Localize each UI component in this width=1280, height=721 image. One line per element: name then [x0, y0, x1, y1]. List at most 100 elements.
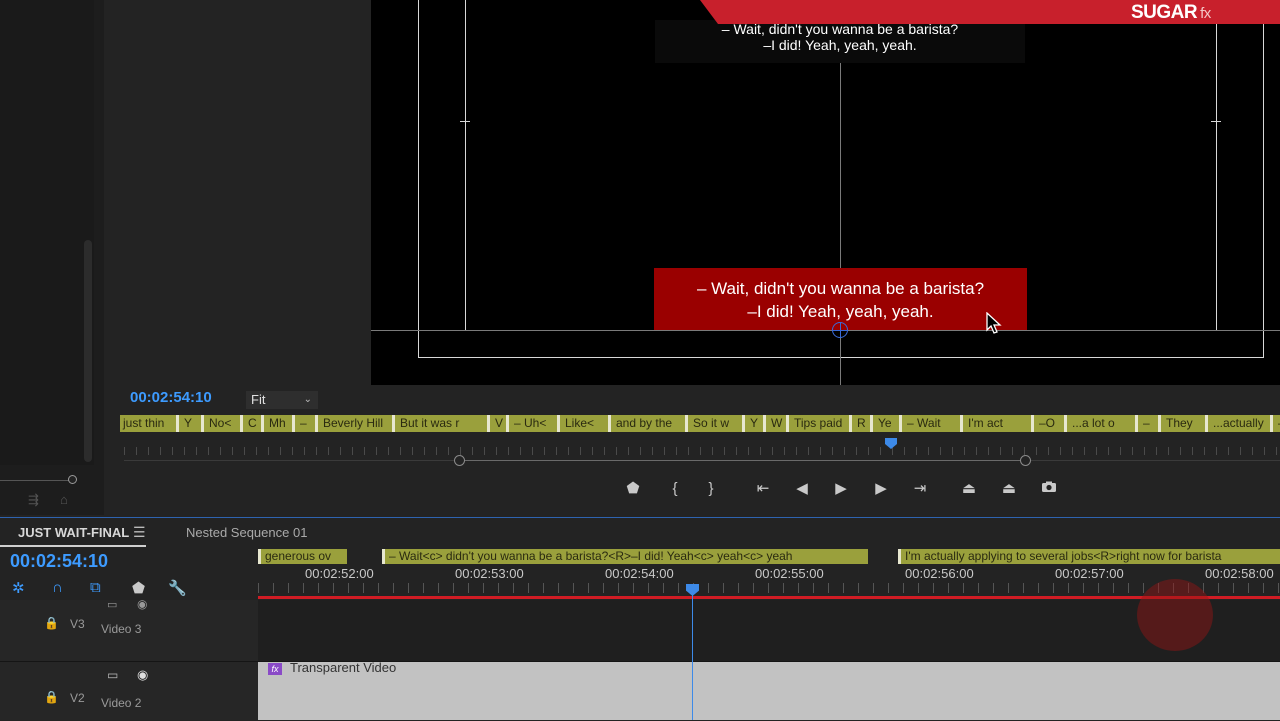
caption-strip-segment[interactable]: Y — [747, 415, 766, 432]
caption-strip-segment[interactable]: Y — [181, 415, 204, 432]
caption-strip-segment[interactable]: Tips paid — [791, 415, 852, 432]
caption-clip[interactable]: I'm actually applying to several jobs<R>… — [898, 549, 1280, 564]
track-name-video-3: Video 3 — [101, 622, 142, 636]
timeline-timecode[interactable]: 00:02:54:10 — [10, 551, 108, 572]
timeline-playhead-line — [692, 595, 693, 720]
timeline-time-ruler[interactable] — [258, 583, 1280, 593]
center-guide-horizontal — [371, 330, 1280, 331]
zoom-bar-handle-right[interactable] — [1020, 455, 1031, 466]
caption-strip-segment[interactable]: ...a lot o — [1069, 415, 1138, 432]
export-frame-camera-icon[interactable] — [1036, 479, 1062, 499]
caption-main-line-1: – Wait, didn't you wanna be a barista? — [696, 279, 985, 298]
snap-magnet-icon[interactable]: ∩ — [52, 579, 63, 596]
caption-strip-segment[interactable]: They — [1163, 415, 1208, 432]
find-icon[interactable]: ⌂ — [60, 492, 68, 507]
anchor-crosshair-v — [840, 322, 841, 338]
ruler-label: 00:02:57:00 — [1055, 566, 1124, 581]
caption-main-line-2: –I did! Yeah, yeah, yeah. — [747, 302, 934, 321]
caption-strip-segment[interactable]: ...actually — [1210, 415, 1273, 432]
clip-label: Transparent Video — [290, 660, 397, 675]
caption-strip-segment[interactable]: – — [1140, 415, 1161, 432]
caption-strip-segment[interactable]: So it w — [690, 415, 745, 432]
toggle-track-output-eye-icon[interactable]: ◉ — [137, 597, 147, 611]
track-id-v3[interactable]: V3 — [70, 617, 85, 631]
thumbnail-size-slider-knob[interactable] — [68, 475, 77, 484]
caption-strip-segment[interactable]: – Uh< — [511, 415, 560, 432]
panel-menu-icon[interactable]: ☰ — [133, 524, 146, 541]
caption-strip-segment[interactable]: –Ye — [1275, 415, 1280, 432]
caption-strip-segment[interactable]: Like< — [562, 415, 611, 432]
caption-clip[interactable]: – Wait<c> didn't you wanna be a barista?… — [382, 549, 868, 564]
caption-strip-segment[interactable]: just thin — [120, 415, 179, 432]
caption-box-selected[interactable]: – Wait, didn't you wanna be a barista? –… — [654, 268, 1027, 330]
ruler-label: 00:02:58:00 — [1205, 566, 1274, 581]
tab-just-wait-final[interactable]: JUST WAIT-FINAL — [18, 525, 129, 540]
ruler-label: 00:02:54:00 — [605, 566, 674, 581]
track-lock-icon[interactable]: 🔒 — [44, 616, 59, 630]
nest-sequence-icon[interactable]: ✲ — [12, 579, 25, 597]
thumbnail-size-slider[interactable] — [0, 480, 74, 481]
caption-strip-segment[interactable]: – Wait — [904, 415, 963, 432]
lift-icon[interactable]: ⏏ — [956, 479, 982, 499]
watermark-logo — [1137, 579, 1213, 651]
toggle-sync-lock-icon[interactable]: ▭ — [107, 668, 118, 682]
mark-out-icon[interactable]: } — [698, 479, 724, 499]
chevron-down-icon: ⌄ — [303, 394, 312, 405]
active-tab-indicator — [0, 545, 146, 547]
step-forward-icon[interactable]: ▶ — [868, 479, 894, 499]
caption-strip-segment[interactable]: Mh — [266, 415, 295, 432]
caption-strip-segment[interactable]: R — [854, 415, 873, 432]
ruler-label: 00:02:52:00 — [305, 566, 374, 581]
caption-strip-segment[interactable]: I'm act — [965, 415, 1034, 432]
caption-strip-segment[interactable]: W — [768, 415, 789, 432]
project-panel-content — [0, 0, 94, 465]
caption-strip-segment[interactable]: But it was r — [397, 415, 490, 432]
track-lock-icon[interactable]: 🔒 — [44, 690, 59, 704]
caption-strip-segment[interactable]: No< — [206, 415, 243, 432]
play-icon[interactable]: ▶ — [828, 479, 854, 499]
toggle-track-output-eye-icon[interactable]: ◉ — [137, 667, 148, 683]
caption-strip-segment[interactable]: V — [492, 415, 509, 432]
clip-transparent-video[interactable] — [258, 662, 1280, 720]
zoom-bar-handle-left[interactable] — [454, 455, 465, 466]
add-marker-timeline-icon[interactable]: ⬟ — [132, 579, 145, 597]
track-name-video-2: Video 2 — [101, 696, 142, 710]
timeline-caption-track[interactable]: generous ov – Wait<c> didn't you wanna b… — [258, 549, 1280, 564]
wrench-settings-icon[interactable]: 🔧 — [168, 579, 187, 597]
work-area-bar[interactable] — [258, 596, 1280, 599]
project-panel-scrollbar[interactable] — [84, 240, 92, 462]
zoom-level-value: Fit — [251, 392, 266, 407]
caption-strip-segment[interactable]: and by the — [613, 415, 688, 432]
safe-margin-tick-left — [460, 121, 470, 122]
program-caption-track-strip[interactable]: just thin Y No< C Mh – Beverly Hill But it was … — [120, 415, 1280, 432]
caption-strip-segment[interactable]: –O — [1036, 415, 1067, 432]
ruler-label: 00:02:56:00 — [905, 566, 974, 581]
brand-logo: SUGAR fx — [1131, 2, 1211, 23]
step-back-icon[interactable]: ◀ — [789, 479, 815, 499]
linked-selection-icon[interactable]: ⧉ — [90, 579, 101, 596]
caption-clip[interactable]: generous ov — [258, 549, 347, 564]
program-time-ruler[interactable] — [124, 447, 1280, 455]
add-marker-icon[interactable]: ⬟ — [620, 479, 646, 499]
tab-nested-sequence-01[interactable]: Nested Sequence 01 — [186, 525, 307, 540]
extract-icon[interactable]: ⏏ — [996, 479, 1022, 499]
caption-strip-segment[interactable]: Beverly Hill — [320, 415, 395, 432]
program-timecode[interactable]: 00:02:54:10 — [130, 389, 212, 406]
caption-strip-segment[interactable]: Ye — [875, 415, 902, 432]
zoom-level-select[interactable]: Fit ⌄ — [246, 391, 318, 409]
toggle-sync-lock-icon[interactable]: ▭ — [107, 598, 117, 611]
mark-in-icon[interactable]: { — [662, 479, 688, 499]
fx-badge-icon: fx — [268, 663, 282, 675]
track-id-v2[interactable]: V2 — [70, 691, 85, 705]
track-row-video-3[interactable] — [258, 600, 1280, 661]
ruler-label: 00:02:55:00 — [755, 566, 824, 581]
caption-preview-line-2: –I did! Yeah, yeah, yeah. — [763, 37, 917, 53]
go-to-in-icon[interactable]: ⇤ — [750, 479, 776, 499]
program-zoom-bar-range[interactable] — [459, 460, 1026, 461]
caption-strip-segment[interactable]: C — [245, 415, 264, 432]
caption-strip-segment[interactable]: – — [297, 415, 318, 432]
go-to-out-icon[interactable]: ⇥ — [907, 479, 933, 499]
automate-to-sequence-icon[interactable]: ⇶ — [28, 492, 39, 508]
mouse-pointer-icon — [986, 311, 1002, 339]
ruler-label: 00:02:53:00 — [455, 566, 524, 581]
